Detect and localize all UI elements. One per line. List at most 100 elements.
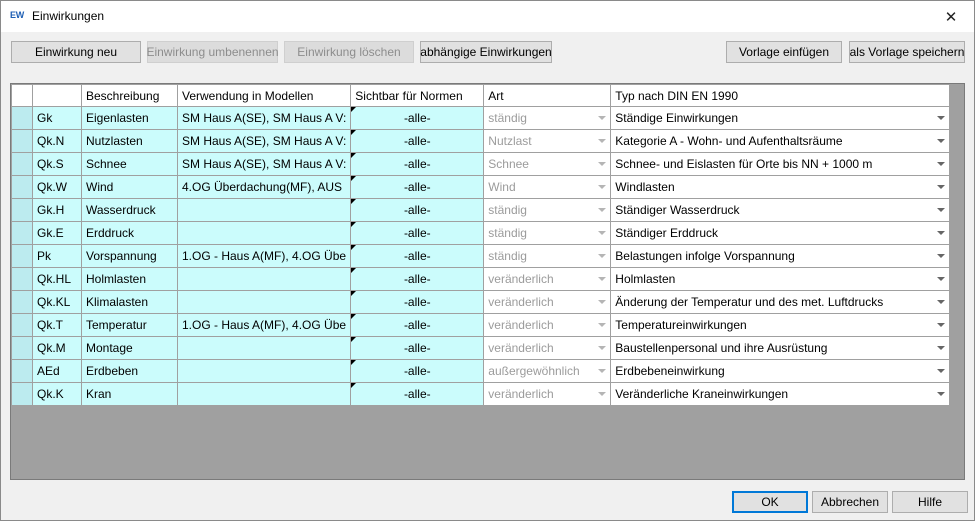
table-row[interactable]: Qk.HL Holmlasten -alle-veränderlich Holmlas… <box>11 267 951 291</box>
table-row[interactable]: Qk.N Nutzlasten SM Haus A(SE), SM Haus A V… <box>11 129 951 153</box>
art-dropdown[interactable]: ständig <box>483 106 612 130</box>
art-dropdown[interactable]: ständig <box>483 198 612 222</box>
table-row[interactable]: Gk Eigenlasten SM Haus A(SE), SM Haus A V:… <box>11 106 951 130</box>
cell-beschreibung[interactable]: Wasserdruck <box>81 198 178 222</box>
table-row[interactable]: Gk.E Erddruck -alle-ständig Ständiger Erddr… <box>11 221 951 245</box>
cell-verwendung[interactable] <box>176 336 352 360</box>
cell-code[interactable]: Qk.W <box>32 175 82 199</box>
cell-code[interactable]: Pk <box>32 244 82 268</box>
table-row[interactable]: Pk Vorspannung 1.OG - Haus A(MF), 4.OG Übe… <box>11 244 951 268</box>
header-typ[interactable]: Typ nach DIN EN 1990 <box>610 84 951 107</box>
cell-code[interactable]: Gk.H <box>32 198 82 222</box>
art-dropdown[interactable]: veränderlich <box>483 336 612 360</box>
cell-verwendung[interactable] <box>176 382 352 406</box>
typ-dropdown[interactable]: Temperatureinwirkungen <box>610 313 951 337</box>
table-row[interactable]: Qk.KL Klimalasten -alle-veränderlich Änderu… <box>11 290 951 314</box>
row-selector[interactable] <box>11 313 33 337</box>
cell-code[interactable]: Qk.S <box>32 152 82 176</box>
cell-verwendung[interactable]: SM Haus A(SE), SM Haus A V: <box>176 129 352 153</box>
row-selector[interactable] <box>11 152 33 176</box>
art-dropdown[interactable]: Nutzlast <box>483 129 612 153</box>
cell-sichtbar[interactable]: -alle- <box>350 129 485 153</box>
row-selector[interactable] <box>11 290 33 314</box>
cell-verwendung[interactable] <box>176 290 352 314</box>
vorlage-einfuegen-button[interactable]: Vorlage einfügen <box>726 41 842 63</box>
row-selector[interactable] <box>11 244 33 268</box>
row-selector[interactable] <box>11 221 33 245</box>
art-dropdown[interactable]: ständig <box>483 244 612 268</box>
einwirkung-neu-button[interactable]: Einwirkung neu <box>11 41 141 63</box>
typ-dropdown[interactable]: Belastungen infolge Vorspannung <box>610 244 951 268</box>
cell-sichtbar[interactable]: -alle- <box>350 244 485 268</box>
typ-dropdown[interactable]: Windlasten <box>610 175 951 199</box>
cell-sichtbar[interactable]: -alle- <box>350 152 485 176</box>
cell-sichtbar[interactable]: -alle- <box>350 382 485 406</box>
close-button[interactable]: ✕ <box>928 1 974 32</box>
typ-dropdown[interactable]: Kategorie A - Wohn- und Aufenthaltsräume <box>610 129 951 153</box>
cell-sichtbar[interactable]: -alle- <box>350 313 485 337</box>
cell-beschreibung[interactable]: Klimalasten <box>81 290 178 314</box>
cell-verwendung[interactable] <box>176 198 352 222</box>
cell-verwendung[interactable]: SM Haus A(SE), SM Haus A V: <box>176 106 352 130</box>
cell-verwendung[interactable]: SM Haus A(SE), SM Haus A V: <box>176 152 352 176</box>
cell-beschreibung[interactable]: Montage <box>81 336 178 360</box>
cell-sichtbar[interactable]: -alle- <box>350 267 485 291</box>
row-selector[interactable] <box>11 267 33 291</box>
cell-sichtbar[interactable]: -alle- <box>350 198 485 222</box>
cell-beschreibung[interactable]: Vorspannung <box>81 244 178 268</box>
cell-sichtbar[interactable]: -alle- <box>350 290 485 314</box>
cell-sichtbar[interactable]: -alle- <box>350 336 485 360</box>
row-selector[interactable] <box>11 106 33 130</box>
table-row[interactable]: Qk.S Schnee SM Haus A(SE), SM Haus A V: -al… <box>11 152 951 176</box>
row-selector[interactable] <box>11 382 33 406</box>
ok-button[interactable]: OK <box>732 491 808 513</box>
cell-beschreibung[interactable]: Temperatur <box>81 313 178 337</box>
typ-dropdown[interactable]: Holmlasten <box>610 267 951 291</box>
typ-dropdown[interactable]: Baustellenpersonal und ihre Ausrüstung <box>610 336 951 360</box>
cell-code[interactable]: Gk.E <box>32 221 82 245</box>
header-verwendung[interactable]: Verwendung in Modellen <box>176 84 352 107</box>
cell-beschreibung[interactable]: Holmlasten <box>81 267 178 291</box>
table-row[interactable]: Qk.M Montage -alle-veränderlich Baustellenp… <box>11 336 951 360</box>
cell-verwendung[interactable]: 4.OG Überdachung(MF), AUS <box>176 175 352 199</box>
abhaengige-einwirkungen-button[interactable]: abhängige Einwirkungen <box>420 41 552 63</box>
abbrechen-button[interactable]: Abbrechen <box>812 491 888 513</box>
table-row[interactable]: Qk.K Kran -alle-veränderlich Veränderliche … <box>11 382 951 406</box>
cell-code[interactable]: Qk.K <box>32 382 82 406</box>
art-dropdown[interactable]: veränderlich <box>483 382 612 406</box>
typ-dropdown[interactable]: Ständige Einwirkungen <box>610 106 951 130</box>
als-vorlage-speichern-button[interactable]: als Vorlage speichern <box>849 41 965 63</box>
hilfe-button[interactable]: Hilfe <box>892 491 968 513</box>
row-selector[interactable] <box>11 359 33 383</box>
typ-dropdown[interactable]: Erdbebeneinwirkung <box>610 359 951 383</box>
table-row[interactable]: Qk.W Wind 4.OG Überdachung(MF), AUS -alle- W… <box>11 175 951 199</box>
cell-verwendung[interactable]: 1.OG - Haus A(MF), 4.OG Übe <box>176 313 352 337</box>
cell-code[interactable]: Qk.M <box>32 336 82 360</box>
typ-dropdown[interactable]: Veränderliche Kraneinwirkungen <box>610 382 951 406</box>
table-row[interactable]: AEd Erdbeben -alle-außergewöhnlich Erdbeben… <box>11 359 951 383</box>
row-selector[interactable] <box>11 175 33 199</box>
row-selector[interactable] <box>11 198 33 222</box>
art-dropdown[interactable]: ständig <box>483 221 612 245</box>
typ-dropdown[interactable]: Änderung der Temperatur und des met. Luf… <box>610 290 951 314</box>
header-beschreibung[interactable]: Beschreibung <box>81 84 178 107</box>
art-dropdown[interactable]: außergewöhnlich <box>483 359 612 383</box>
cell-beschreibung[interactable]: Eigenlasten <box>81 106 178 130</box>
cell-code[interactable]: Gk <box>32 106 82 130</box>
header-sichtbar[interactable]: Sichtbar für Normen <box>350 84 485 107</box>
cell-beschreibung[interactable]: Kran <box>81 382 178 406</box>
typ-dropdown[interactable]: Schnee- und Eislasten für Orte bis NN + … <box>610 152 951 176</box>
cell-code[interactable]: Qk.T <box>32 313 82 337</box>
cell-verwendung[interactable] <box>176 359 352 383</box>
cell-code[interactable]: Qk.HL <box>32 267 82 291</box>
einwirkung-umbenennen-button[interactable]: Einwirkung umbenennen <box>146 41 279 63</box>
table-row[interactable]: Qk.T Temperatur 1.OG - Haus A(MF), 4.OG Üb… <box>11 313 951 337</box>
art-dropdown[interactable]: veränderlich <box>483 267 612 291</box>
cell-verwendung[interactable]: 1.OG - Haus A(MF), 4.OG Übe <box>176 244 352 268</box>
typ-dropdown[interactable]: Ständiger Erddruck <box>610 221 951 245</box>
header-art[interactable]: Art <box>483 84 612 107</box>
einwirkung-loeschen-button[interactable]: Einwirkung löschen <box>284 41 414 63</box>
cell-sichtbar[interactable]: -alle- <box>350 221 485 245</box>
cell-beschreibung[interactable]: Erdbeben <box>81 359 178 383</box>
cell-beschreibung[interactable]: Wind <box>81 175 178 199</box>
